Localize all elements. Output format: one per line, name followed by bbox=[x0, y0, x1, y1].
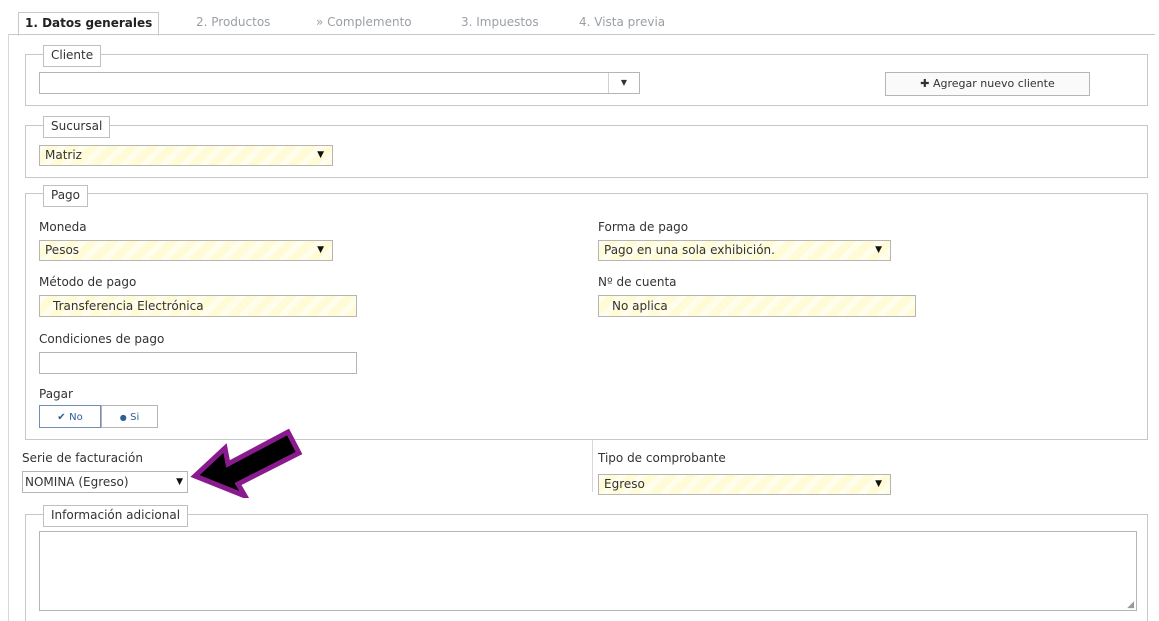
metodo-pago-field[interactable]: Transferencia Electrónica bbox=[39, 295, 357, 317]
add-cliente-label: Agregar nuevo cliente bbox=[932, 77, 1055, 90]
chevron-down-icon: ▼ bbox=[317, 150, 324, 160]
tab-productos[interactable]: 2. Productos bbox=[196, 12, 270, 34]
serie-facturacion-select[interactable]: NOMINA (Egreso) ▼ bbox=[22, 471, 188, 493]
sucursal-select[interactable]: Matriz ▼ bbox=[39, 145, 333, 166]
tipo-comprobante-label: Tipo de comprobante bbox=[598, 451, 726, 465]
pagar-no-label: No bbox=[69, 412, 83, 423]
pago-legend: Pago bbox=[43, 185, 89, 207]
forma-pago-label: Forma de pago bbox=[598, 220, 689, 234]
resize-handle-icon[interactable]: ◢ bbox=[1127, 600, 1134, 610]
chevron-down-icon: ▼ bbox=[875, 479, 882, 489]
pagar-si-label: Si bbox=[130, 412, 140, 423]
sucursal-value: Matriz bbox=[45, 148, 82, 162]
cliente-dropdown-toggle[interactable]: ▼ bbox=[608, 73, 639, 93]
moneda-select[interactable]: Pesos ▼ bbox=[39, 240, 333, 261]
pagar-si-toggle[interactable]: ● Si bbox=[101, 405, 158, 428]
add-cliente-button[interactable]: ✚ Agregar nuevo cliente bbox=[885, 72, 1090, 96]
info-adicional-legend: Información adicional bbox=[43, 505, 189, 527]
pagar-no-toggle[interactable]: ✔ No bbox=[39, 405, 101, 428]
chevron-down-icon: ▼ bbox=[875, 245, 882, 255]
forma-pago-value: Pago en una sola exhibición. bbox=[604, 243, 775, 257]
condiciones-pago-label: Condiciones de pago bbox=[39, 332, 165, 346]
cliente-select[interactable]: ▼ bbox=[39, 72, 640, 94]
plus-icon: ✚ bbox=[920, 77, 930, 90]
info-adicional-textarea[interactable]: ◢ bbox=[39, 531, 1137, 611]
metodo-pago-value: Transferencia Electrónica bbox=[53, 299, 204, 313]
sucursal-legend: Sucursal bbox=[43, 116, 111, 138]
cuenta-field[interactable]: No aplica bbox=[598, 295, 916, 317]
moneda-value: Pesos bbox=[45, 243, 80, 257]
annotation-arrow-icon bbox=[190, 428, 303, 498]
moneda-label: Moneda bbox=[39, 220, 87, 234]
chevron-down-icon: ▼ bbox=[620, 78, 628, 87]
chevron-down-icon: ▼ bbox=[317, 245, 324, 255]
radio-dot-icon: ● bbox=[119, 413, 127, 422]
check-icon: ✔ bbox=[57, 412, 66, 423]
condiciones-pago-field[interactable] bbox=[39, 352, 357, 374]
tipo-comprobante-value: Egreso bbox=[604, 477, 645, 491]
column-divider bbox=[592, 440, 594, 492]
tab-complemento[interactable]: » Complemento bbox=[316, 12, 412, 34]
tipo-comprobante-select[interactable]: Egreso ▼ bbox=[598, 474, 891, 495]
tab-impuestos[interactable]: 3. Impuestos bbox=[461, 12, 539, 34]
tab-datos-generales[interactable]: 1. Datos generales bbox=[18, 12, 160, 36]
serie-facturacion-label: Serie de facturación bbox=[22, 451, 143, 465]
chevron-down-icon: ▼ bbox=[176, 477, 183, 487]
serie-facturacion-value: NOMINA (Egreso) bbox=[25, 475, 129, 489]
tab-vista-previa[interactable]: 4. Vista previa bbox=[579, 12, 665, 34]
forma-pago-select[interactable]: Pago en una sola exhibición. ▼ bbox=[598, 240, 891, 261]
pagar-label: Pagar bbox=[39, 387, 73, 401]
cliente-legend: Cliente bbox=[43, 45, 102, 67]
cuenta-value: No aplica bbox=[612, 299, 668, 313]
cuenta-label: Nº de cuenta bbox=[598, 275, 677, 289]
metodo-pago-label: Método de pago bbox=[39, 275, 137, 289]
